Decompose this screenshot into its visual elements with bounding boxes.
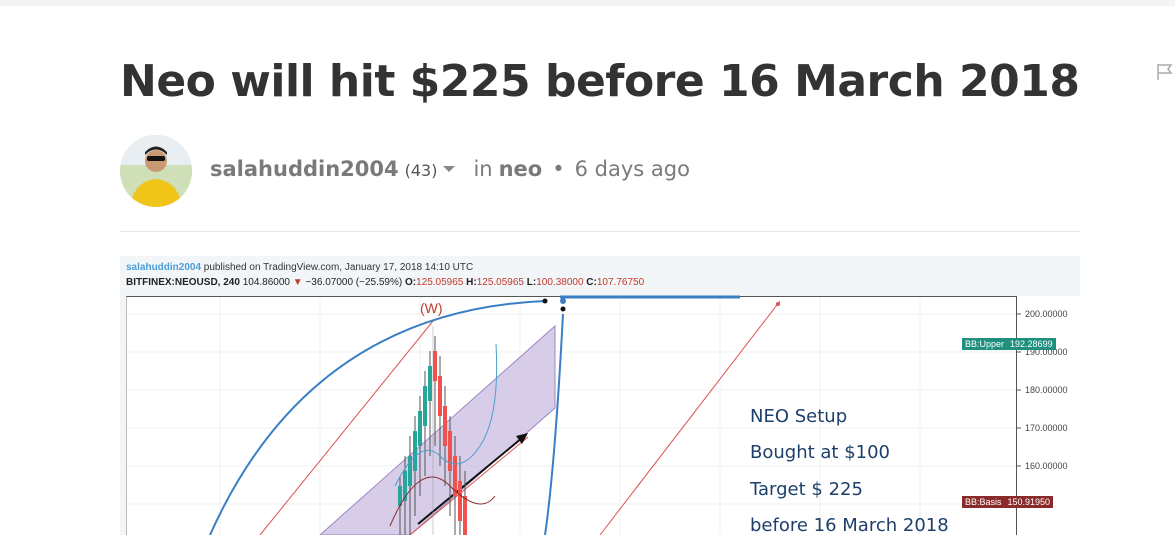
caret-down-icon[interactable] [443,166,456,172]
wave-label: (W) [420,300,443,316]
flag-icon[interactable] [1155,62,1175,82]
price-tick: 200.00000 [1025,309,1068,319]
bb-basis-tag: BB:Basis 150.91950 [962,496,1054,508]
trend-point [776,302,780,306]
note-line: before 16 March 2018 [750,515,949,535]
chart-image: salahuddin2004 published on TradingView.… [120,256,1080,535]
bb-upper-value: 192.28699 [1007,338,1056,350]
meta-separator: • [552,157,565,181]
note-line: NEO Setup [750,406,848,427]
price-tick: 170.00000 [1025,423,1068,433]
bb-upper-tag: BB:Upper 192.28699 [962,338,1056,350]
divider [120,231,1080,232]
author-link[interactable]: salahuddin2004 [210,157,399,181]
bb-basis-value: 150.91950 [1004,496,1054,508]
anchor-point [542,298,548,304]
anchor-point [560,298,566,304]
grid-lines [127,297,1016,535]
avatar-image [120,135,192,207]
note-line: Target $ 225 [750,479,863,500]
bb-basis-label: BB:Basis [962,496,1005,508]
author-reputation: (43) [404,161,438,180]
post-time[interactable]: 6 days ago [575,157,690,181]
price-tick: 160.00000 [1025,461,1068,471]
chart-drawing: (W) [127,295,1021,535]
top-bar [0,0,1175,6]
anchor-point [560,306,566,312]
bb-upper-label: BB:Upper [962,338,1008,350]
price-tick: 180.00000 [1025,385,1068,395]
post-title: Neo will hit $225 before 16 March 2018 [120,56,1080,107]
in-label: in [473,157,493,181]
post-meta: salahuddin2004 (43) in neo • 6 days ago [210,157,690,181]
note-line: Bought at $100 [750,442,891,463]
category-link[interactable]: neo [499,157,543,181]
avatar[interactable] [120,135,192,207]
